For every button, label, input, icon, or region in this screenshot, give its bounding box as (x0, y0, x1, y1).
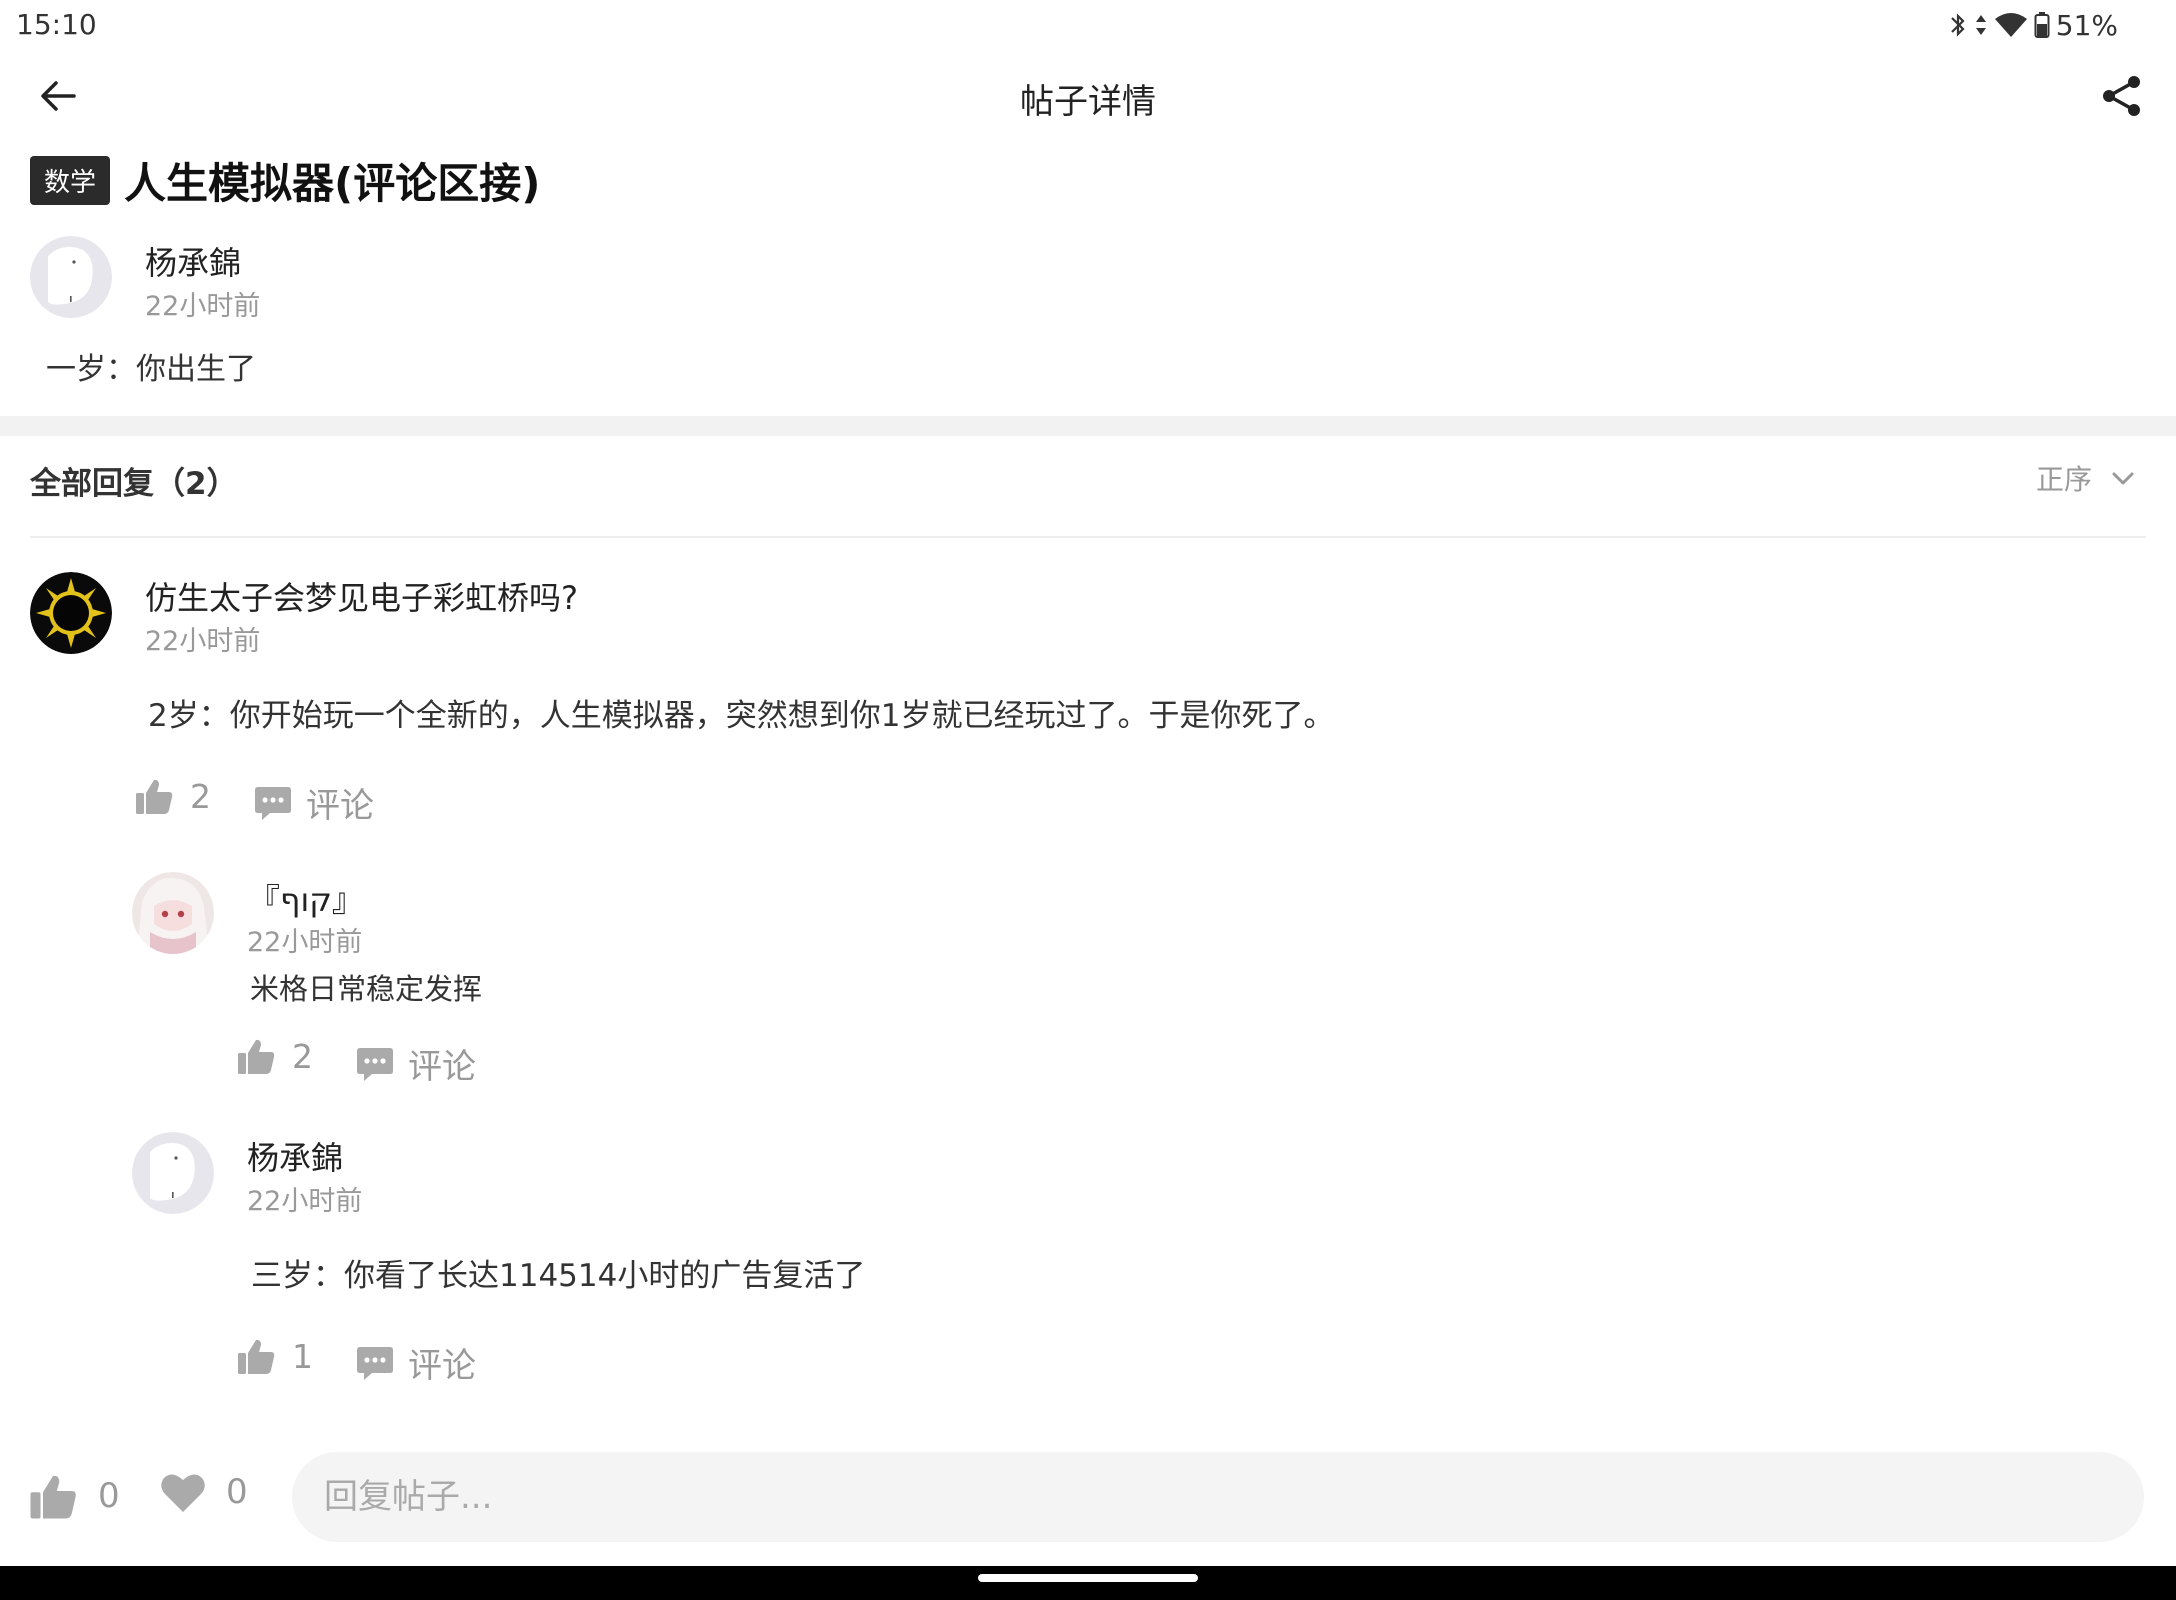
share-icon (2103, 76, 2140, 116)
comment-label: 评论 (306, 786, 374, 826)
header-divider (30, 536, 2146, 538)
chevron-down-icon (2112, 472, 2134, 485)
reply-author-name[interactable]: 仿生太子会梦见电子彩虹桥吗? (145, 573, 578, 619)
thumbs-up-icon (238, 1039, 275, 1074)
anime-girl-avatar-icon (132, 872, 214, 954)
heart-icon (161, 1474, 205, 1512)
comment-label: 评论 (408, 1047, 476, 1087)
thumbs-up-icon (30, 1475, 76, 1519)
category-tag[interactable]: 数学 (30, 155, 111, 205)
system-nav-bar (0, 1566, 2176, 1600)
back-button[interactable] (30, 68, 86, 124)
arrow-left-icon (41, 81, 76, 111)
top-app-bar: 帖子详情 (0, 52, 2176, 140)
like-count: 2 (190, 776, 211, 816)
sub-reply-time: 22小时前 (247, 927, 363, 958)
avatar[interactable] (132, 872, 214, 954)
comment-bubble-icon (255, 786, 291, 820)
status-bar: 15:10 51% (0, 0, 2176, 52)
status-time: 15:10 (16, 8, 97, 41)
sort-dropdown[interactable]: 正序 (2036, 458, 2136, 498)
favorite-count: 0 (226, 1472, 248, 1512)
bluetooth-icon (1950, 13, 1965, 37)
comment-bubble-icon (357, 1346, 393, 1380)
post-like-count: 0 (98, 1476, 120, 1516)
share-button[interactable] (2092, 66, 2152, 126)
like-button[interactable]: 2 (134, 776, 211, 816)
replies-header: 全部回复（2） (30, 466, 238, 502)
reply-input[interactable] (292, 1452, 2144, 1542)
data-arrows-icon (1975, 15, 1986, 35)
thumbs-up-icon (238, 1339, 275, 1374)
reply-content: 2岁：你开始玩一个全新的，人生模拟器，突然想到你1岁就已经玩过了。于是你死了。 (148, 698, 1335, 734)
comment-button[interactable]: 评论 (254, 778, 374, 827)
thumbs-up-icon (136, 779, 173, 814)
avatar[interactable] (30, 236, 112, 318)
section-divider (0, 416, 2176, 436)
wifi-icon (1994, 13, 2027, 37)
comment-bubble-icon (357, 1047, 393, 1081)
status-icons: 51% (1948, 8, 2118, 42)
post-like-button[interactable]: 0 (28, 1470, 120, 1522)
sub-reply-content: 米格日常稳定发挥 (250, 972, 483, 1006)
comment-button[interactable]: 评论 (356, 1338, 476, 1387)
battery-icon (2034, 12, 2050, 38)
default-avatar-icon (30, 236, 112, 318)
like-button[interactable]: 2 (236, 1036, 313, 1076)
sort-label: 正序 (2035, 463, 2092, 496)
like-count: 2 (292, 1036, 313, 1076)
sub-reply-content: 三岁：你看了长达114514小时的广告复活了 (251, 1258, 866, 1294)
avatar[interactable] (30, 572, 112, 654)
like-count: 1 (292, 1336, 313, 1376)
reply-time: 22小时前 (145, 626, 261, 657)
app-root: 15:10 51% 帖子详情 数学 人生模拟器(评论区接) 杨承錦 22小时前 … (0, 0, 2176, 1600)
favorite-button[interactable]: 0 (160, 1470, 248, 1514)
sub-reply-author-name[interactable]: 『קוף』 (248, 875, 364, 921)
sub-reply-time: 22小时前 (247, 1186, 363, 1217)
post-title-row: 数学 人生模拟器(评论区接) (30, 150, 540, 210)
default-avatar-icon (132, 1132, 214, 1214)
like-button[interactable]: 1 (236, 1336, 313, 1376)
post-time: 22小时前 (145, 291, 261, 322)
comment-label: 评论 (408, 1346, 476, 1386)
home-gesture-handle[interactable] (978, 1574, 1198, 1582)
post-title: 人生模拟器(评论区接) (124, 158, 541, 208)
comment-button[interactable]: 评论 (356, 1039, 476, 1088)
avatar[interactable] (132, 1132, 214, 1214)
post-author-name[interactable]: 杨承錦 (145, 238, 241, 284)
eclipse-avatar-icon (30, 572, 112, 654)
sub-reply-author-name[interactable]: 杨承錦 (247, 1133, 343, 1179)
bottom-action-bar: 0 0 (0, 1440, 2176, 1560)
page-title: 帖子详情 (1020, 82, 1156, 122)
post-content: 一岁：你出生了 (46, 352, 256, 387)
battery-percent: 51% (2055, 8, 2118, 42)
